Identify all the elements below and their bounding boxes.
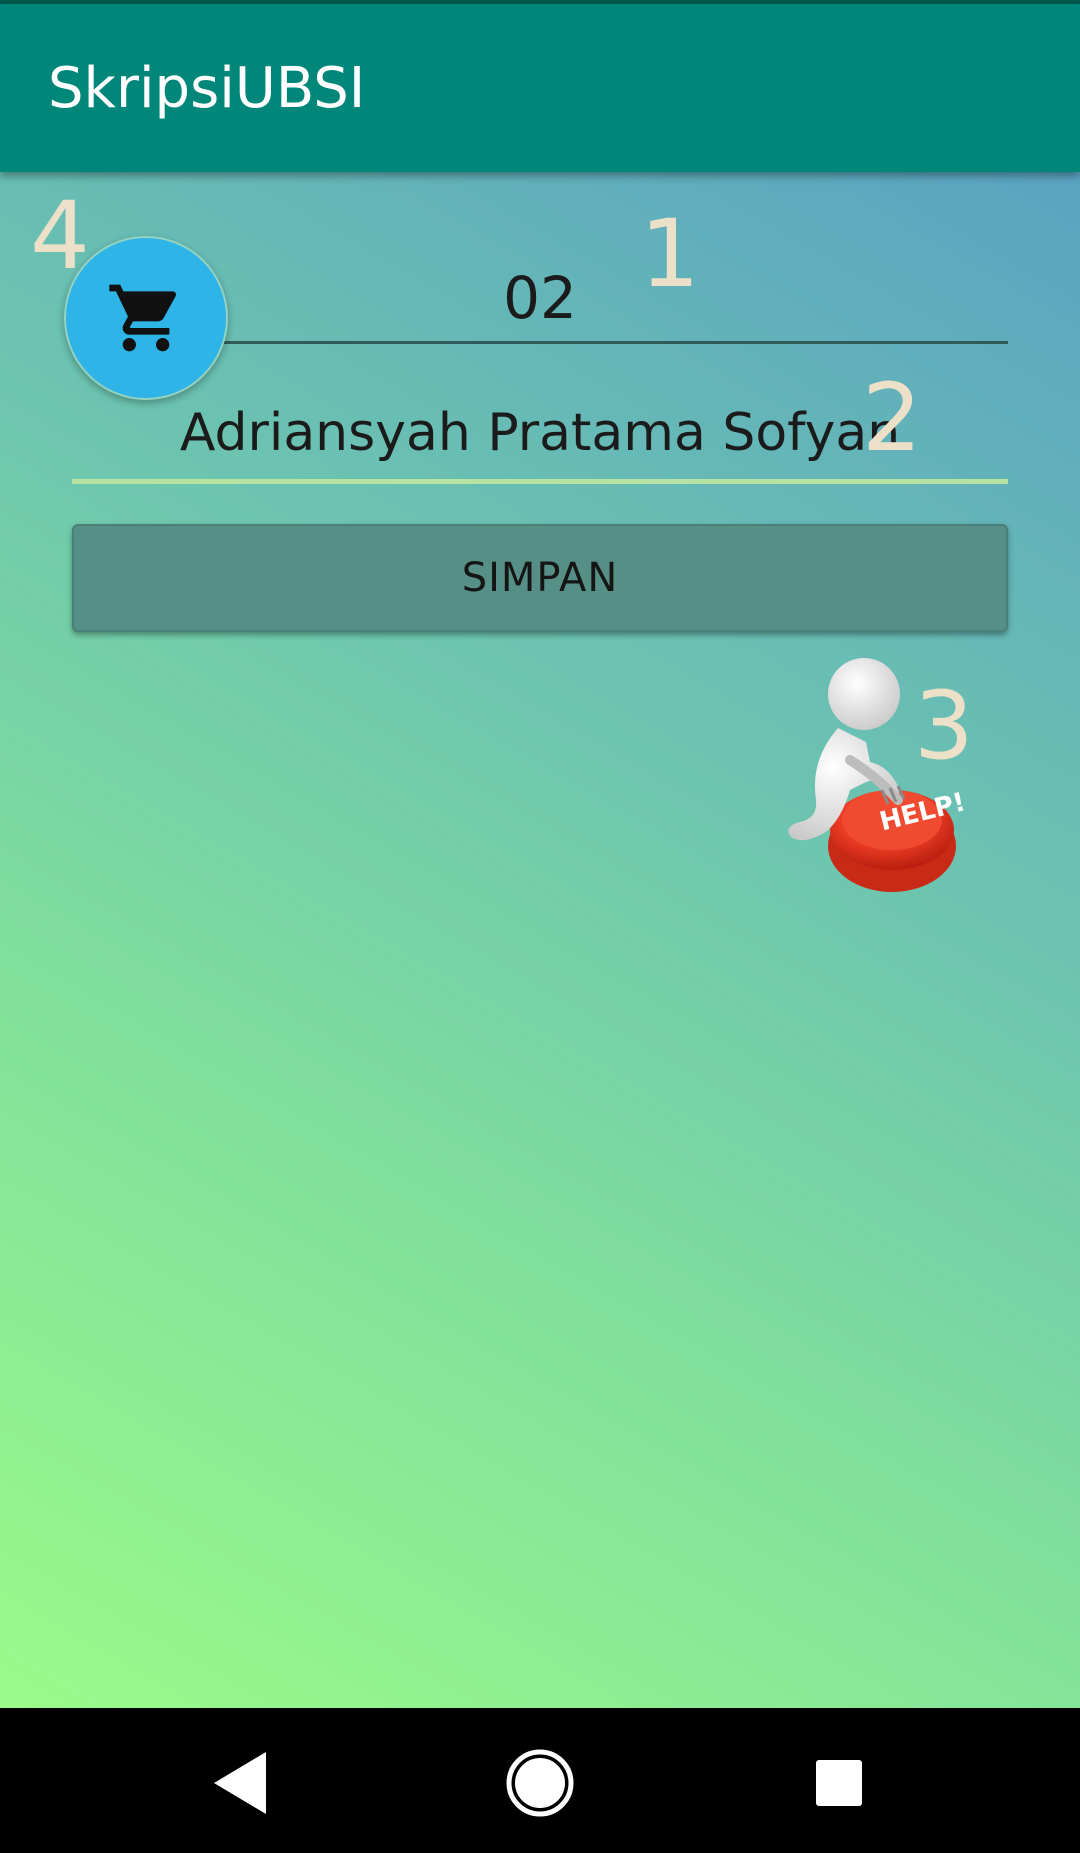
annotation-3: 3 [914, 672, 974, 781]
back-icon[interactable] [196, 1738, 286, 1828]
home-icon[interactable] [495, 1738, 585, 1828]
name-field-underline [72, 479, 1008, 484]
save-button[interactable]: SIMPAN [72, 524, 1008, 632]
annotation-4: 4 [30, 182, 90, 291]
cart-icon [109, 284, 177, 352]
recents-icon[interactable] [794, 1738, 884, 1828]
main-content: 02 Adriansyah Pratama Sofyan SIMPAN HELP… [0, 172, 1080, 1708]
annotation-2: 2 [862, 364, 922, 473]
annotation-1: 1 [640, 200, 700, 309]
app-title: SkripsiUBSI [48, 56, 366, 121]
app-bar: SkripsiUBSI [0, 4, 1080, 172]
system-nav-bar [0, 1708, 1080, 1853]
